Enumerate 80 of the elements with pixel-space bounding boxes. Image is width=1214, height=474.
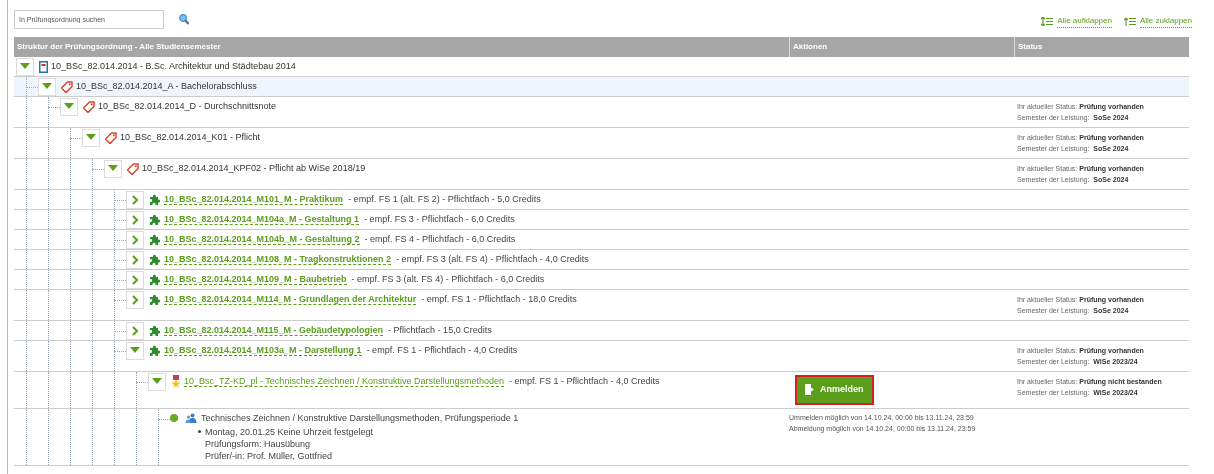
module-details: - empf. FS 3 (alt. FS 4) - Pflichtfach - 6,0 Credits (351, 272, 545, 286)
chevron-right-icon (132, 274, 138, 285)
module-details: - empf. FS 3 (alt. FS 4) - Pflichtfach - 4,0 Credits (396, 252, 589, 266)
puzzle-icon (149, 293, 161, 306)
module-link[interactable]: 10_BSc_82.014.2014_M104b_M - Gestaltung 2 (164, 234, 360, 245)
expand-toggle[interactable] (126, 270, 144, 289)
tag-icon (83, 100, 95, 113)
document-icon (39, 60, 48, 73)
expand-toggle[interactable] (60, 97, 78, 116)
expand-toggle[interactable] (148, 372, 166, 391)
module-details: - empf. FS 1 - Pflichtfach - 4,0 Credits (366, 343, 518, 357)
puzzle-icon (149, 344, 161, 357)
expand-toggle[interactable] (126, 341, 144, 360)
puzzle-icon (149, 273, 161, 286)
expand-toggle[interactable] (126, 290, 144, 309)
tag-icon (61, 80, 73, 93)
expand-toggle[interactable] (126, 190, 144, 209)
module-link[interactable]: 10_BSc_82.014.2014_M114_M - Grundlagen der Architektur (164, 294, 417, 305)
chevron-right-icon (132, 234, 138, 245)
appointment-detail: Prüfer/-in: Prof. Müller, Gottfried (205, 450, 333, 461)
caret-down-icon (42, 83, 52, 90)
caret-down-icon (108, 165, 118, 172)
caret-down-icon (130, 347, 140, 354)
node-title: 10_BSc_82.014.2014_KPF02 - Pflicht ab WiSe 2018/19 (142, 161, 366, 175)
module-link[interactable]: 10_BSc_82.014.2014_M101_M - Praktikum (164, 194, 344, 205)
medal-icon (171, 375, 181, 388)
puzzle-icon (149, 324, 161, 337)
expand-all-link[interactable]: Alle aufklappen (1041, 15, 1112, 28)
expand-toggle[interactable] (126, 230, 144, 249)
puzzle-icon (149, 213, 161, 226)
appointment-title: Technisches Zeichnen / Konstruktive Darstellungsmethoden, Prüfungsperiode 1 (201, 411, 519, 424)
puzzle-icon (149, 253, 161, 266)
node-title: 10_BSc_82.014.2014_D - Durchschnittsnote (98, 99, 277, 113)
module-link[interactable]: 10_BSc_82.014.2014_M103a_M - Darstellung 1 (164, 345, 362, 356)
bullet-icon (198, 430, 201, 433)
caret-down-icon (152, 378, 162, 385)
appointment-detail: Prüfungsform: Hausübung (205, 438, 311, 449)
node-title: 10_BSc_82.014.2014_A - Bachelorabschluss (76, 79, 257, 93)
chevron-right-icon (132, 194, 138, 205)
collapse-all-icon (1123, 17, 1136, 26)
tag-icon (105, 131, 117, 144)
chevron-right-icon (132, 325, 138, 336)
module-link[interactable]: 10_BSc_82.014.2014_M104a_M - Gestaltung 1 (164, 214, 360, 225)
status-dot-icon (170, 413, 178, 422)
collapse-all-link[interactable]: Alle zuklappen (1123, 15, 1192, 28)
chevron-right-icon (132, 214, 138, 225)
puzzle-icon (149, 193, 161, 206)
register-button[interactable]: Anmelden (797, 377, 872, 403)
puzzle-icon (149, 233, 161, 246)
appointment-date: Montag, 20.01.25 Keine Uhrzeit festgelegt (205, 425, 374, 438)
chevron-right-icon (132, 294, 138, 305)
chevron-right-icon (132, 254, 138, 265)
module-details: - empf. FS 1 - Pflichtfach - 4,0 Credits (509, 374, 660, 388)
module-link[interactable]: 10_BSc_82.014.2014_M109_M - Baubetrieb (164, 274, 347, 285)
node-title: 10_BSc_82.014.2014 - B.Sc. Architektur und Städtebau 2014 (51, 59, 296, 73)
expand-toggle[interactable] (126, 210, 144, 229)
module-link[interactable]: 10_Bsc_TZ-KD_pl - Technisches Zeichnen / Konstruktive Darstellungsmethoden (184, 376, 504, 387)
node-title: 10_BSc_82.014.2014_K01 - Pflicht (120, 130, 261, 144)
module-details: - empf. FS 1 (alt. FS 2) - Pflichtfach - 5,0 Credits (348, 192, 541, 206)
caret-down-icon (86, 134, 96, 141)
column-header: Struktur der Prüfungsordnung - Alle Studiensemester (16, 41, 222, 53)
door-enter-icon (805, 384, 815, 396)
expand-toggle[interactable] (16, 57, 34, 76)
expand-toggle[interactable] (126, 250, 144, 269)
expand-toggle[interactable] (38, 77, 56, 96)
module-details: - empf. FS 4 - Pflichtfach - 6,0 Credits (364, 232, 516, 246)
caret-down-icon (20, 63, 30, 70)
people-icon (185, 412, 197, 423)
module-details: - Pflichtfach - 15,0 Credits (388, 323, 492, 337)
expand-toggle[interactable] (104, 159, 122, 178)
expand-all-icon (1041, 17, 1054, 26)
module-details: - empf. FS 1 - Pflichtfach - 18,0 Credits (421, 292, 577, 306)
module-link[interactable]: 10_BSc_82.014.2014_M115_M - Gebäudetypologien (164, 325, 384, 336)
tag-icon (127, 162, 139, 175)
expand-toggle[interactable] (126, 321, 144, 340)
search-icon[interactable] (179, 14, 189, 25)
caret-down-icon (64, 103, 74, 110)
expand-toggle[interactable] (82, 128, 100, 147)
module-details: - empf. FS 3 - Pflichtfach - 6,0 Credits (364, 212, 515, 226)
module-link[interactable]: 10_BSc_82.014.2014_M108_M - Tragkonstruktionen 2 (164, 254, 392, 265)
